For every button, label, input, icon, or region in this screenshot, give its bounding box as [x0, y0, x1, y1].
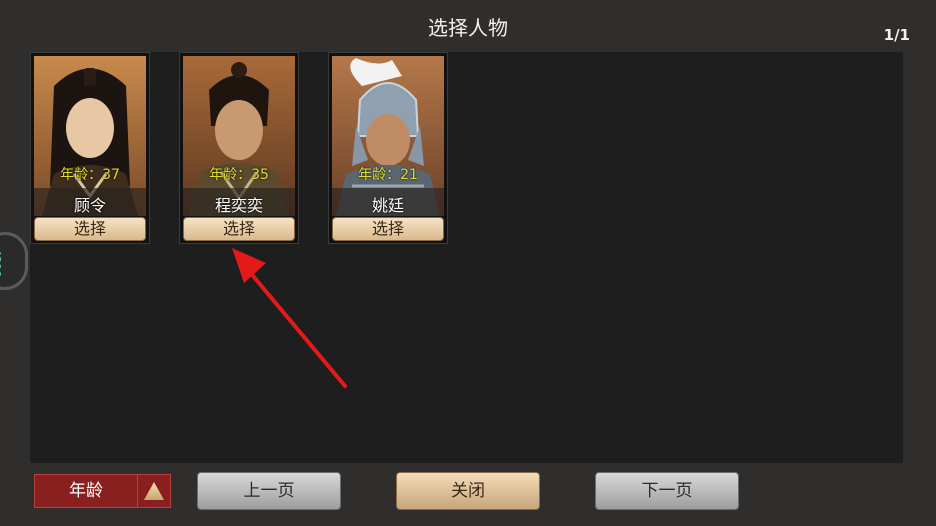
portrait: 年龄：21 姚廷: [332, 56, 444, 216]
side-tab-label: 4396: [0, 249, 3, 277]
page-indicator: 1/1: [883, 26, 910, 44]
character-card: 年龄：37 顾令 选择: [30, 52, 150, 244]
character-name: 顾令: [73, 196, 106, 215]
triangle-up-icon: [144, 482, 164, 500]
character-card: 年龄：35 程奕奕 选择: [179, 52, 299, 244]
page-title: 选择人物: [428, 16, 508, 40]
portrait: 年龄：37 顾令: [34, 56, 146, 216]
prev-page-button[interactable]: 上一页: [197, 472, 341, 510]
sort-age-button[interactable]: 年龄: [34, 474, 138, 508]
sort-direction-button[interactable]: [137, 474, 171, 508]
age-label: 年龄：37: [60, 167, 120, 183]
character-list-panel: [30, 52, 903, 463]
age-label: 年龄：21: [358, 167, 418, 183]
character-name: 程奕奕: [214, 196, 263, 215]
select-button[interactable]: 选择: [332, 217, 444, 241]
side-tab[interactable]: 4396: [0, 232, 28, 290]
select-button[interactable]: 选择: [183, 217, 295, 241]
character-card: 年龄：21 姚廷 选择: [328, 52, 448, 244]
next-page-button[interactable]: 下一页: [595, 472, 739, 510]
character-name: 姚廷: [371, 196, 404, 215]
portrait: 年龄：35 程奕奕: [183, 56, 295, 216]
age-label: 年龄：35: [209, 167, 269, 183]
bottom-bar: 年龄 上一页 关闭 下一页: [0, 470, 936, 526]
close-button[interactable]: 关闭: [396, 472, 540, 510]
select-button[interactable]: 选择: [34, 217, 146, 241]
